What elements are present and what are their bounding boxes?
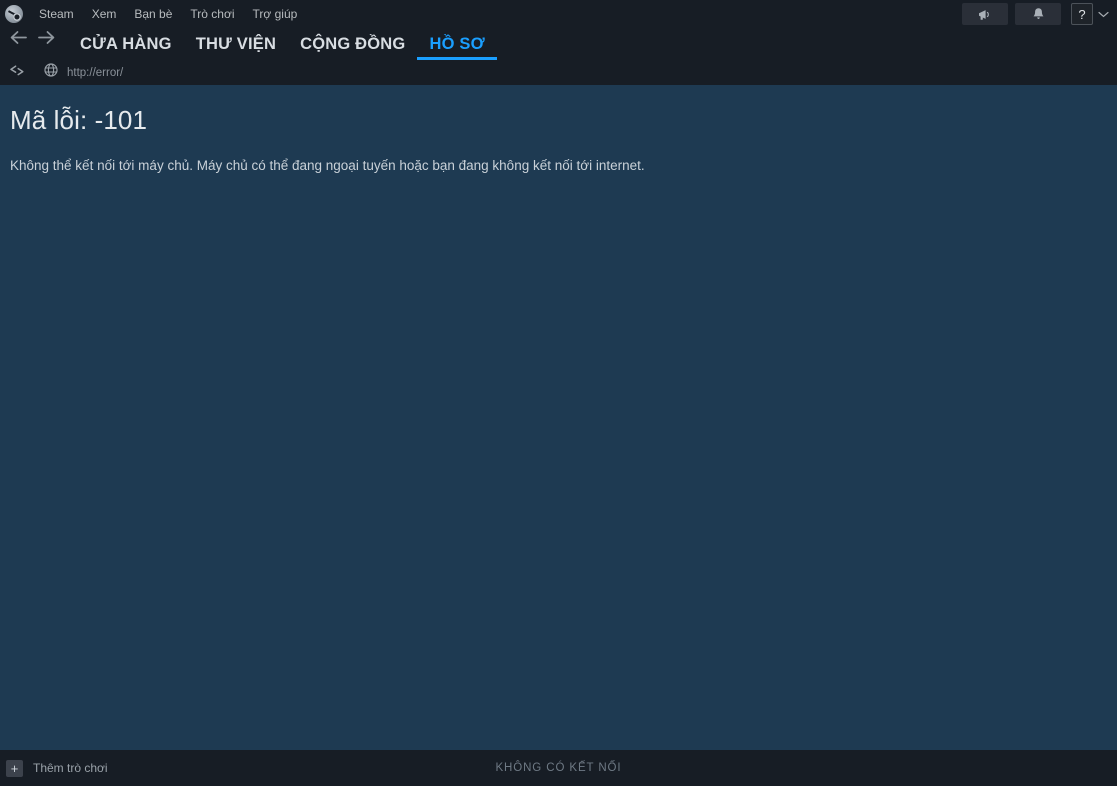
connection-status-text: KHÔNG CÓ KẾT NỐI xyxy=(495,762,622,774)
megaphone-icon xyxy=(978,8,993,21)
menu-item-steam[interactable]: Steam xyxy=(30,0,83,28)
arrow-right-icon xyxy=(37,30,56,50)
steam-client-window: Steam Xem Bạn bè Trò chơi Trợ giúp ? CỬA… xyxy=(0,0,1117,786)
history-navigation xyxy=(4,24,60,60)
menu-item-help[interactable]: Trợ giúp xyxy=(244,0,307,28)
tab-store[interactable]: CỬA HÀNG xyxy=(68,33,184,60)
back-button[interactable] xyxy=(4,27,32,53)
refresh-stop-icon xyxy=(9,64,25,82)
account-menu-chevron[interactable] xyxy=(1093,3,1113,25)
chevron-down-icon xyxy=(1097,5,1109,23)
tab-profile[interactable]: HỒ SƠ xyxy=(417,33,497,60)
tab-community[interactable]: CỘNG ĐỒNG xyxy=(288,33,417,60)
tab-library[interactable]: THƯ VIỆN xyxy=(184,33,288,60)
announcements-button[interactable] xyxy=(962,3,1008,25)
bell-icon xyxy=(1032,7,1045,21)
address-bar: http://error/ xyxy=(0,60,1117,85)
menu-item-games[interactable]: Trò chơi xyxy=(181,0,243,28)
titlebar-right-controls: ? xyxy=(955,0,1117,28)
url-input[interactable]: http://error/ xyxy=(67,67,123,79)
arrow-left-icon xyxy=(9,30,28,50)
menu-item-view[interactable]: Xem xyxy=(83,0,126,28)
plus-icon: + xyxy=(6,759,23,777)
error-description: Không thể kết nối tới máy chủ. Máy chủ c… xyxy=(10,158,645,173)
site-identity-icon-wrapper xyxy=(38,63,64,83)
main-navigation-bar: CỬA HÀNG THƯ VIỆN CỘNG ĐỒNG HỒ SƠ xyxy=(0,28,1117,60)
account-avatar[interactable]: ? xyxy=(1071,3,1093,25)
page-content: Mã lỗi: -101 Không thể kết nối tới máy c… xyxy=(0,85,1117,750)
menu-item-friends[interactable]: Bạn bè xyxy=(125,0,181,28)
add-game-button[interactable]: + Thêm trò chơi xyxy=(6,759,108,777)
globe-icon xyxy=(44,63,58,82)
error-code-heading: Mã lỗi: -101 xyxy=(10,105,148,135)
primary-tabs: CỬA HÀNG THƯ VIỆN CỘNG ĐỒNG HỒ SƠ xyxy=(68,28,497,60)
refresh-stop-button[interactable] xyxy=(4,63,30,83)
forward-button[interactable] xyxy=(32,27,60,53)
add-game-label: Thêm trò chơi xyxy=(33,761,108,775)
steam-logo-icon xyxy=(5,5,23,23)
title-menu-bar: Steam Xem Bạn bè Trò chơi Trợ giúp ? xyxy=(0,0,1117,28)
status-bar: + Thêm trò chơi KHÔNG CÓ KẾT NỐI xyxy=(0,750,1117,786)
notifications-button[interactable] xyxy=(1015,3,1061,25)
